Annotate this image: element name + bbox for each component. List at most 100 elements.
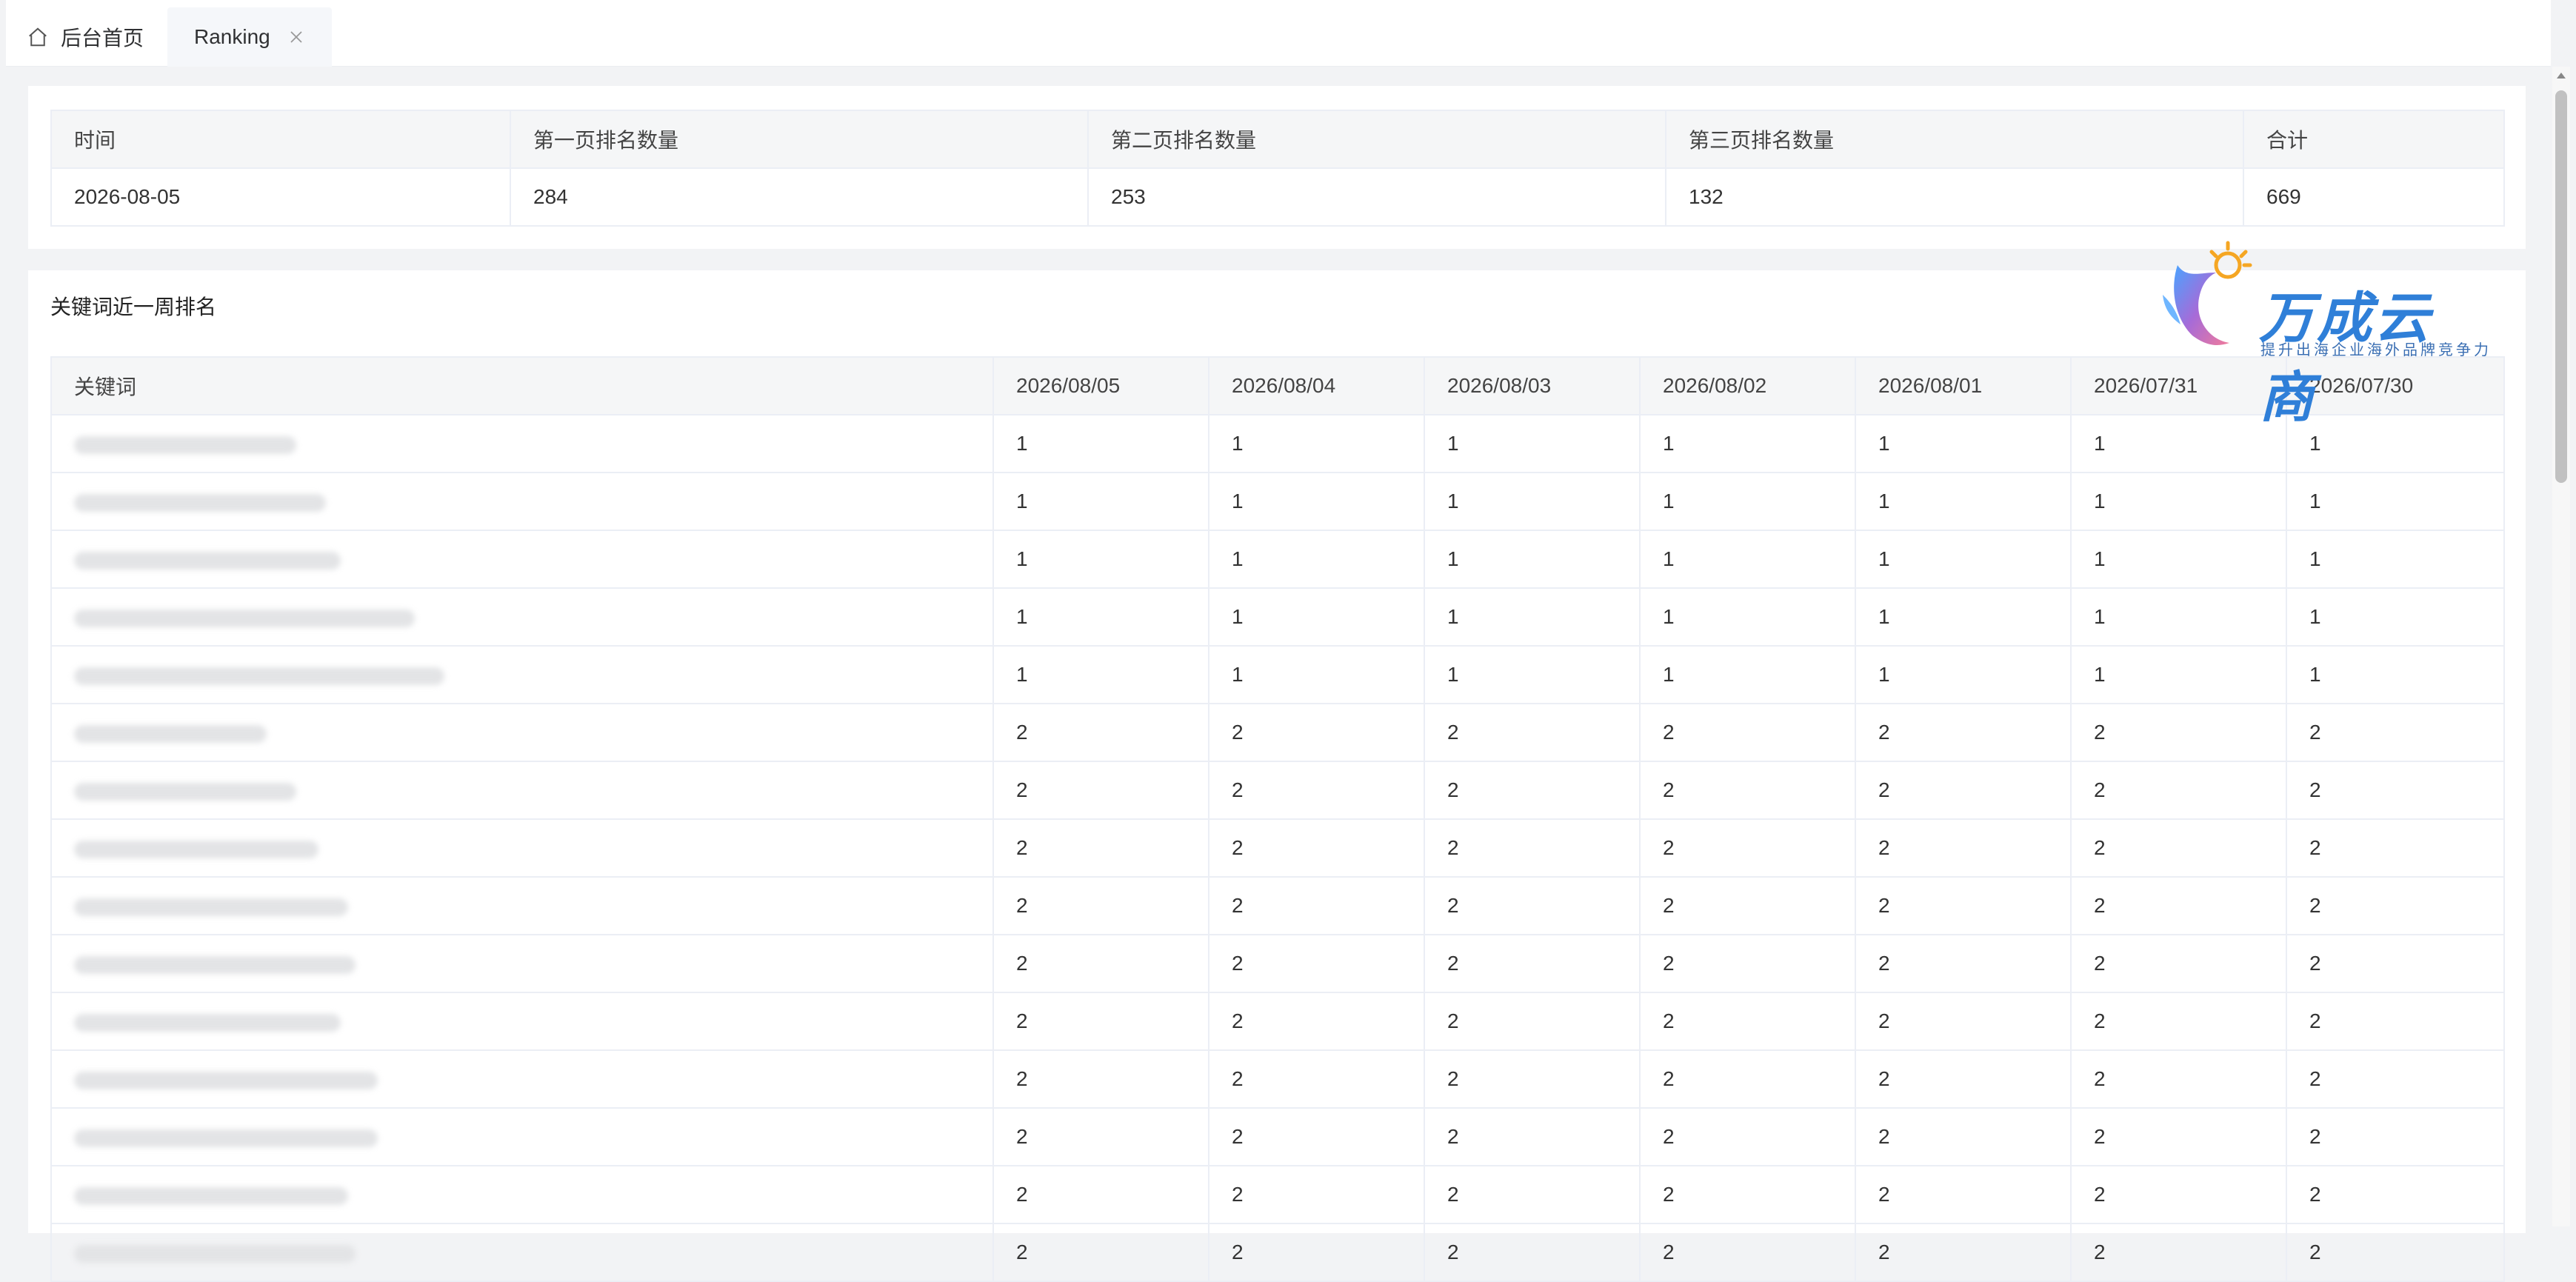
keyword-cell [50, 818, 994, 878]
rank-cell: 2 [1424, 1223, 1641, 1282]
rank-cell: 1 [1424, 645, 1641, 704]
redacted-keyword [74, 435, 296, 454]
rank-cell: 1 [1639, 472, 1856, 531]
rank-cell: 2 [1855, 761, 2072, 820]
summary-card: 时间 第一页排名数量 第二页排名数量 第三页排名数量 合计 2026-08-05… [28, 86, 2526, 249]
redacted-keyword [74, 782, 296, 801]
summary-cell: 284 [510, 167, 1089, 227]
vertical-scrollbar[interactable] [2552, 67, 2570, 1226]
keywords-header-cell: 2026/08/04 [1208, 356, 1425, 415]
rank-cell: 2 [1855, 1165, 2072, 1224]
rank-cell: 2 [2286, 818, 2505, 878]
rank-cell: 1 [1424, 587, 1641, 647]
rank-cell: 2 [1639, 1107, 1856, 1166]
rank-cell: 2 [1208, 1049, 1425, 1109]
rank-cell: 1 [1208, 530, 1425, 589]
keyword-cell [50, 645, 994, 704]
tab-ranking[interactable]: Ranking [167, 7, 332, 67]
rank-cell: 2 [2286, 1049, 2505, 1109]
redacted-keyword [74, 840, 318, 858]
rank-cell: 2 [1424, 703, 1641, 762]
keywords-row: 2222222 [50, 818, 2505, 878]
rank-cell: 2 [992, 992, 1209, 1051]
keywords-row: 1111111 [50, 645, 2505, 704]
logo-slogan: 提升出海企业海外品牌竞争力 [2260, 342, 2492, 358]
keyword-cell [50, 1107, 994, 1166]
keyword-cell [50, 761, 994, 820]
rank-cell: 1 [2286, 472, 2505, 531]
summary-cell: 669 [2243, 167, 2505, 227]
rank-cell: 2 [1208, 934, 1425, 993]
summary-header-cell: 合计 [2243, 110, 2505, 169]
rank-cell: 2 [1855, 992, 2072, 1051]
rank-cell: 2 [992, 818, 1209, 878]
redacted-keyword [74, 955, 356, 974]
rank-cell: 2 [992, 1107, 1209, 1166]
summary-header-cell: 时间 [50, 110, 511, 169]
rank-cell: 2 [1208, 1223, 1425, 1282]
redacted-keyword [74, 1244, 356, 1263]
rank-cell: 2 [1424, 1107, 1641, 1166]
summary-header-cell: 第二页排名数量 [1087, 110, 1666, 169]
redacted-keyword [74, 551, 341, 570]
scrollbar-thumb[interactable] [2555, 90, 2567, 483]
rank-cell: 1 [1639, 414, 1856, 473]
summary-row: 2026-08-05 284 253 132 669 [50, 167, 2505, 227]
rank-cell: 2 [1639, 703, 1856, 762]
tab-home-label: 后台首页 [61, 27, 144, 50]
summary-cell: 132 [1665, 167, 2244, 227]
home-icon [27, 24, 52, 50]
summary-cell: 2026-08-05 [50, 167, 511, 227]
rank-cell: 2 [1855, 1107, 2072, 1166]
rank-cell: 1 [992, 645, 1209, 704]
rank-cell: 2 [1208, 761, 1425, 820]
tab-home[interactable]: 后台首页 [27, 7, 160, 67]
brand-logo: 万成云商 提升出海企业海外品牌竞争力 [2148, 236, 2489, 430]
keywords-header-row: 关键词 2026/08/05 2026/08/04 2026/08/03 202… [50, 356, 2505, 415]
rank-cell: 2 [1208, 818, 1425, 878]
keyword-cell [50, 876, 994, 935]
rank-cell: 2 [1424, 934, 1641, 993]
rank-cell: 1 [992, 414, 1209, 473]
keywords-row: 2222222 [50, 703, 2505, 762]
rank-cell: 2 [1639, 1049, 1856, 1109]
redacted-keyword [74, 1071, 378, 1089]
keyword-cell [50, 703, 994, 762]
tab-ranking-label: Ranking [194, 25, 270, 48]
rank-cell: 2 [1208, 703, 1425, 762]
keywords-header-cell: 2026/08/02 [1639, 356, 1856, 415]
rank-cell: 1 [1424, 472, 1641, 531]
rank-cell: 2 [2286, 934, 2505, 993]
rank-cell: 2 [1424, 1165, 1641, 1224]
rank-cell: 2 [2070, 992, 2287, 1051]
scroll-up-arrow-icon[interactable] [2552, 71, 2570, 86]
rank-cell: 2 [1208, 1165, 1425, 1224]
redacted-keyword [74, 493, 326, 512]
rank-cell: 1 [1855, 645, 2072, 704]
rank-cell: 1 [1639, 530, 1856, 589]
tab-bar: 后台首页 Ranking [6, 0, 2551, 67]
ranking-page: 后台首页 Ranking 时间 第一页排名数量 第二页排名数量 第三页排名数量 [0, 0, 2576, 1282]
keywords-row: 2222222 [50, 992, 2505, 1051]
rank-cell: 2 [992, 703, 1209, 762]
summary-table: 时间 第一页排名数量 第二页排名数量 第三页排名数量 合计 2026-08-05… [50, 110, 2505, 227]
rank-cell: 1 [2070, 645, 2287, 704]
keywords-header-cell: 2026/08/05 [992, 356, 1209, 415]
keyword-cell [50, 587, 994, 647]
keywords-row: 2222222 [50, 876, 2505, 935]
rank-cell: 2 [1208, 992, 1425, 1051]
rank-cell: 2 [1208, 876, 1425, 935]
rank-cell: 2 [1639, 818, 1856, 878]
rank-cell: 2 [992, 1223, 1209, 1282]
rank-cell: 1 [1208, 587, 1425, 647]
rank-cell: 2 [1639, 992, 1856, 1051]
keywords-row: 2222222 [50, 761, 2505, 820]
redacted-keyword [74, 898, 348, 916]
rank-cell: 2 [1639, 934, 1856, 993]
rank-cell: 1 [1208, 414, 1425, 473]
rank-cell: 2 [2070, 1165, 2287, 1224]
close-icon[interactable] [290, 29, 306, 45]
rank-cell: 1 [1639, 645, 1856, 704]
rank-cell: 2 [2286, 992, 2505, 1051]
keyword-cell [50, 530, 994, 589]
